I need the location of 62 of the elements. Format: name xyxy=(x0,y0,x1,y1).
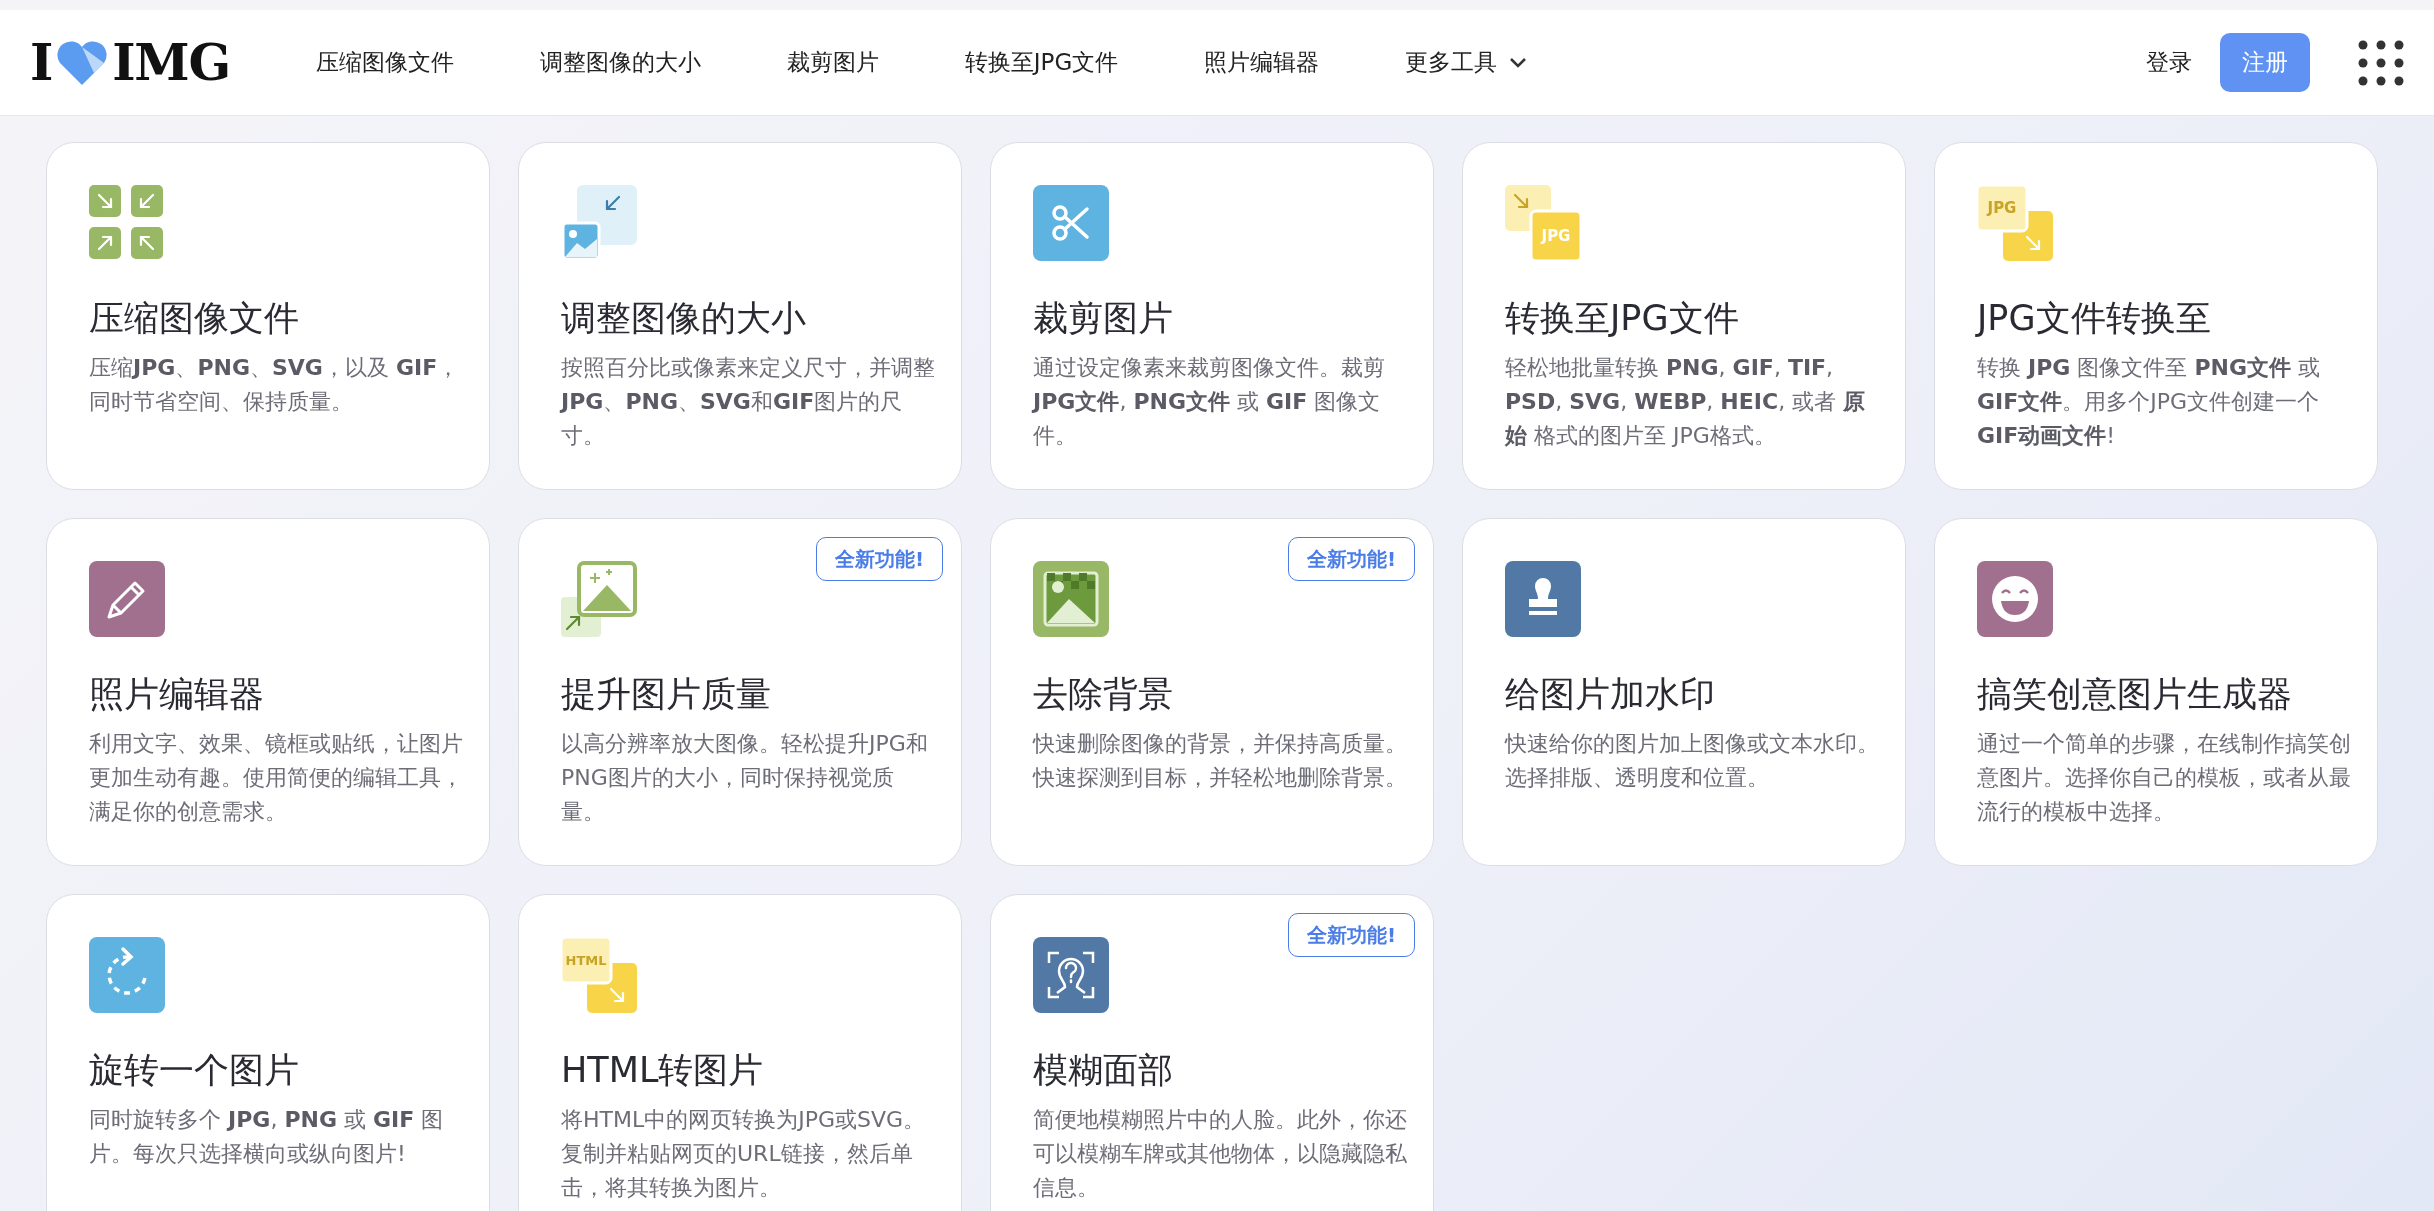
tool-description: 将HTML中的网页转换为JPG或SVG。复制并粘贴网页的URL链接，然后单击，将其转换为图片。 xyxy=(561,1106,927,1202)
tool-card[interactable]: 旋转一个图片 同时旋转多个 JPG, PNG 或 GIF 图片。每次只选择横向或纵向图片! xyxy=(46,894,490,1211)
tool-card[interactable]: 给图片加水印 快速给你的图片加上图像或文本水印。选择排版、透明度和位置。 xyxy=(1462,518,1906,866)
image-resize-icon xyxy=(561,185,637,261)
tool-title: 给图片加水印 xyxy=(1505,673,1716,716)
tool-title: JPG文件转换至 xyxy=(1977,297,2212,340)
tool-card[interactable]: 全新功能! 提升图片质量 以高分辨率放大图像。轻松提升JPG和PNG图片的大小，同时保持视觉质量。 xyxy=(518,518,962,866)
tool-description: 按照百分比或像素来定义尺寸，并调整JPG、PNG、SVG和GIF图片的尺寸。 xyxy=(561,354,936,450)
laughing-face-icon xyxy=(1977,561,2053,637)
tool-card[interactable]: 全新功能! 去除背景 快速删除图像的背景，并保持高质量。快速探测到目标，并轻松地删除背景。 xyxy=(990,518,1434,866)
tool-title: 旋转一个图片 xyxy=(89,1049,300,1092)
tool-card[interactable]: 搞笑创意图片生成器 通过一个简单的步骤，在线制作搞笑创意图片。选择你自己的模板，或者从最流行的模板中选择。 xyxy=(1934,518,2378,866)
new-feature-badge: 全新功能! xyxy=(1287,913,1415,957)
pencil-icon xyxy=(89,561,165,637)
tool-description: 简便地模糊照片中的人脸。此外，你还可以模糊车牌或其他物体，以隐藏隐私信息。 xyxy=(1033,1106,1408,1202)
tool-card[interactable]: 压缩图像文件 压缩JPG、PNG、SVG，以及 GIF，同时节省空间、保持质量。 xyxy=(46,142,490,490)
tool-description: 以高分辨率放大图像。轻松提升JPG和PNG图片的大小，同时保持视觉质量。 xyxy=(561,730,929,826)
nav-link[interactable]: 裁剪图片 xyxy=(786,45,879,80)
logo[interactable]: I IMG xyxy=(30,37,230,88)
tool-description: 压缩JPG、PNG、SVG，以及 GIF，同时节省空间、保持质量。 xyxy=(89,354,461,416)
chevron-down-icon xyxy=(1509,56,1528,69)
tool-title: 模糊面部 xyxy=(1033,1049,1174,1092)
tool-card[interactable]: 调整图像的大小 按照百分比或像素来定义尺寸，并调整JPG、PNG、SVG和GIF图片的尺寸。 xyxy=(518,142,962,490)
tool-description: 快速给你的图片加上图像或文本水印。选择排版、透明度和位置。 xyxy=(1505,730,1880,792)
tool-title: 搞笑创意图片生成器 xyxy=(1977,673,2293,716)
tool-title: 转换至JPG文件 xyxy=(1505,297,1740,340)
tool-card[interactable]: 裁剪图片 通过设定像素来裁剪图像文件。裁剪 JPG文件, PNG文件 或 GIF 图像文件。 xyxy=(990,142,1434,490)
tool-description: 快速删除图像的背景，并保持高质量。快速探测到目标，并轻松地删除背景。 xyxy=(1033,730,1408,792)
nav-link[interactable]: 转换至JPG文件 xyxy=(964,45,1119,80)
nav-link[interactable]: 照片编辑器 xyxy=(1204,45,1320,80)
login-link[interactable]: 登录 xyxy=(2146,45,2192,80)
stamp-icon xyxy=(1505,561,1581,637)
nav-link[interactable]: 压缩图像文件 xyxy=(315,45,454,80)
new-feature-badge: 全新功能! xyxy=(815,537,943,581)
tool-card[interactable]: 照片编辑器 利用文字、效果、镜框或贴纸，让图片更加生动有趣。使用简便的编辑工具，满足你的创意需求。 xyxy=(46,518,490,866)
more-tools-menu[interactable]: 更多工具 xyxy=(1405,45,1528,80)
apps-grid-icon[interactable] xyxy=(2358,39,2404,86)
nav-link[interactable]: 调整图像的大小 xyxy=(539,45,701,80)
tool-title: 调整图像的大小 xyxy=(561,297,807,340)
tool-description: 通过一个简单的步骤，在线制作搞笑创意图片。选择你自己的模板，或者从最流行的模板中选择。 xyxy=(1977,730,2352,826)
compress-icon xyxy=(89,185,165,261)
tool-card[interactable]: JPG JPG文件转换至 转换 JPG 图像文件至 PNG文件 或 GIF文件。用多个JPG文件创建一个 GIF动画文件! xyxy=(1934,142,2378,490)
tool-description: 同时旋转多个 JPG, PNG 或 GIF 图片。每次只选择横向或纵向图片! xyxy=(89,1106,445,1168)
new-feature-badge: 全新功能! xyxy=(1287,537,1415,581)
tool-title: 压缩图像文件 xyxy=(89,297,300,340)
tool-card[interactable]: 全新功能! 模糊面部 简便地模糊照片中的人脸。此外，你还可以模糊车牌或其他物体，以隐藏隐私信息。 xyxy=(990,894,1434,1211)
face-scan-icon xyxy=(1033,937,1109,1013)
tool-title: 去除背景 xyxy=(1033,673,1174,716)
tool-description: 转换 JPG 图像文件至 PNG文件 或 GIF文件。用多个JPG文件创建一个 GIF动画文件! xyxy=(1977,354,2321,450)
tool-title: 裁剪图片 xyxy=(1033,297,1174,340)
tool-card[interactable]: JPG 转换至JPG文件 轻松地批量转换 PNG, GIF, TIF, PSD, SVG, WEBP, HEIC, 或者 原始 格式的图片至 JPG格式。 xyxy=(1462,142,1906,490)
tool-title: 照片编辑器 xyxy=(89,673,265,716)
tool-description: 轻松地批量转换 PNG, GIF, TIF, PSD, SVG, WEBP, HEIC, 或者 原始 格式的图片至 JPG格式。 xyxy=(1505,354,1867,450)
image-upscale-icon xyxy=(561,561,637,637)
scissors-icon xyxy=(1033,185,1109,261)
image-background-icon xyxy=(1033,561,1109,637)
tool-card[interactable]: HTML HTML转图片 将HTML中的网页转换为JPG或SVG。复制并粘贴网页的URL链接，然后单击，将其转换为图片。 xyxy=(518,894,962,1211)
tool-description: 利用文字、效果、镜框或贴纸，让图片更加生动有趣。使用简便的编辑工具，满足你的创意需求。 xyxy=(89,730,464,826)
tool-title: HTML转图片 xyxy=(561,1049,765,1092)
tool-title: 提升图片质量 xyxy=(561,673,772,716)
rotate-icon xyxy=(89,937,165,1013)
tool-description: 通过设定像素来裁剪图像文件。裁剪 JPG文件, PNG文件 或 GIF 图像文件。 xyxy=(1033,354,1386,450)
